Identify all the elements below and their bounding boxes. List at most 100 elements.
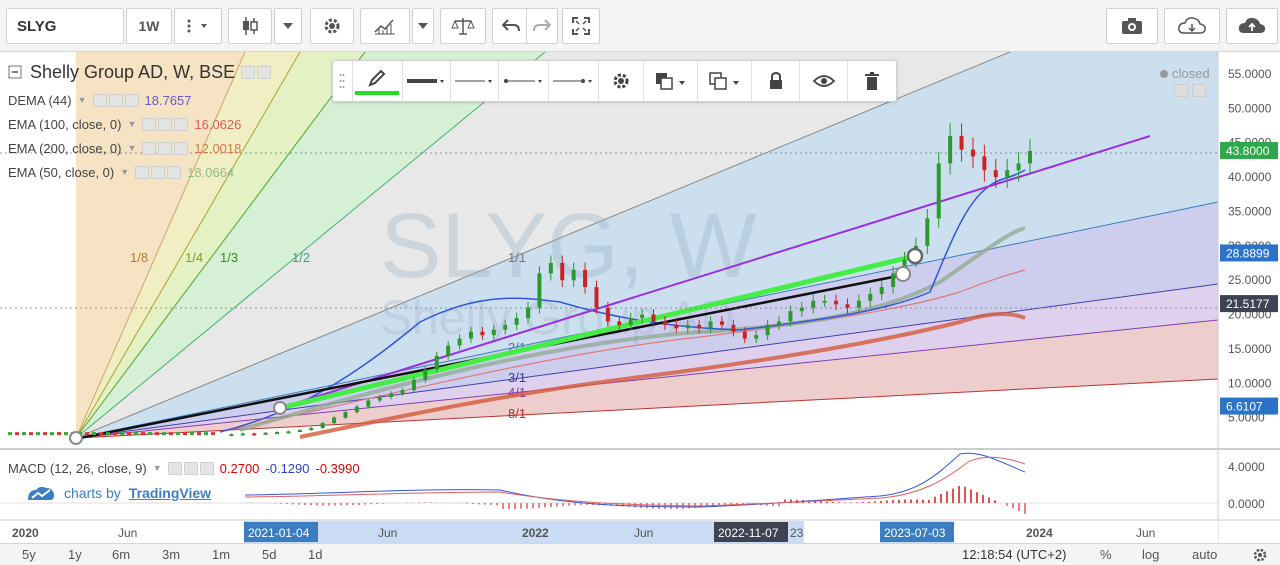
ema-50-controls[interactable]	[135, 165, 182, 179]
macd-label: MACD (12, 26, close, 9)	[8, 460, 147, 476]
price-badge-label: 6.6107	[1226, 400, 1263, 414]
chart-style-button[interactable]	[228, 8, 272, 44]
caret-down-icon[interactable]: ▼	[120, 167, 129, 177]
time-axis[interactable]: 2020 Jun 2021-01-04 Jun 2022 Jun 2022-11…	[0, 519, 1280, 543]
log-toggle[interactable]: log	[1142, 547, 1159, 562]
clone-button[interactable]	[698, 61, 753, 101]
right-end-button[interactable]	[549, 61, 599, 101]
scales-icon	[451, 18, 475, 35]
candle	[719, 321, 724, 325]
range-5y[interactable]: 5y	[22, 547, 36, 562]
ema-200-controls[interactable]	[142, 141, 189, 155]
bring-front-button[interactable]	[644, 61, 699, 101]
caret-down-icon[interactable]: ▼	[127, 119, 136, 129]
percent-toggle[interactable]: %	[1100, 547, 1112, 562]
legend-ema-100[interactable]: EMA (100, close, 0) ▼ 16.0626	[8, 114, 241, 134]
candle	[788, 311, 793, 322]
legend-macd[interactable]: MACD (12, 26, close, 9) ▼ 0.2700 -0.1290 …	[8, 458, 360, 478]
range-1d[interactable]: 1d	[308, 547, 322, 562]
macd-controls[interactable]	[167, 461, 214, 475]
save-chart-button[interactable]	[1226, 8, 1278, 44]
candle	[57, 432, 61, 436]
indicators-button[interactable]	[360, 8, 410, 44]
line-color-button[interactable]	[353, 61, 403, 101]
trend-start-handle[interactable]	[273, 401, 287, 415]
macd-bar	[976, 492, 978, 503]
fan-anchor-handle[interactable]	[69, 431, 83, 445]
macd-bar	[298, 503, 300, 505]
fan-label-1-1: 1/1	[508, 250, 526, 265]
symbol-input[interactable]: SLYG	[6, 8, 124, 44]
macd-bar	[304, 503, 306, 505]
trend-end-handle-black[interactable]	[895, 266, 911, 282]
line-width-button[interactable]	[403, 61, 451, 101]
lock-button[interactable]	[752, 61, 801, 101]
auto-toggle[interactable]: auto	[1192, 547, 1217, 562]
range-5d[interactable]: 5d	[262, 547, 276, 562]
macd-bar	[496, 503, 498, 506]
clock-tz: (UTC+2)	[1016, 547, 1067, 562]
caret-down-icon[interactable]: ▼	[78, 95, 87, 105]
fullscreen-icon	[572, 17, 590, 35]
trend-end-handle-green[interactable]	[906, 247, 924, 265]
candle	[548, 263, 553, 274]
visibility-button[interactable]	[800, 61, 849, 101]
legend-ema-50[interactable]: EMA (50, close, 0) ▼ 18.0664	[8, 162, 234, 182]
load-chart-button[interactable]	[1164, 8, 1220, 44]
range-1y[interactable]: 1y	[68, 547, 82, 562]
snapshot-button[interactable]	[1106, 8, 1158, 44]
redo-button[interactable]	[526, 8, 558, 44]
data-icon[interactable]	[1192, 84, 1206, 97]
indicators-menu[interactable]	[412, 8, 434, 44]
x-tick-jun-2020: Jun	[118, 526, 137, 540]
macd-bar	[964, 486, 966, 503]
macd-bar	[466, 503, 468, 504]
settings-button[interactable]	[310, 8, 354, 44]
legend-ema-200[interactable]: EMA (200, close, 0) ▼ 12.0018	[8, 138, 241, 158]
drag-handle[interactable]	[333, 61, 353, 101]
chart-area[interactable]: SLYG, W Shelly Group AD 1/8 1/4 1/3 1/2 …	[0, 52, 1280, 565]
legend-dema[interactable]: DEMA (44) ▼ 18.7657	[8, 90, 192, 110]
range-6m[interactable]: 6m	[112, 547, 130, 562]
range-3m[interactable]: 3m	[162, 547, 180, 562]
candle	[754, 335, 759, 339]
chart-legend-title[interactable]: Shelly Group AD, W, BSE	[8, 62, 277, 82]
candle	[309, 427, 314, 431]
collapse-icon[interactable]	[8, 65, 22, 79]
macd-bar	[568, 503, 570, 506]
candle	[571, 269, 576, 281]
dema-controls[interactable]	[92, 93, 139, 107]
interval-menu-button[interactable]	[174, 8, 222, 44]
tradingview-brand[interactable]: charts by TradingView	[26, 484, 211, 502]
left-end-button[interactable]	[499, 61, 549, 101]
delete-button[interactable]	[848, 61, 896, 101]
line-style-button[interactable]	[451, 61, 499, 101]
caret-down-icon[interactable]: ▼	[127, 143, 136, 153]
undo-button[interactable]	[492, 8, 528, 44]
series-title: Shelly Group AD, W, BSE	[30, 61, 236, 82]
ema-100-controls[interactable]	[142, 117, 189, 131]
price-badge-label: 21.5177	[1226, 297, 1270, 311]
interval-button[interactable]: 1W	[126, 8, 172, 44]
candle	[389, 393, 394, 398]
candle	[332, 417, 337, 424]
caret-down-icon[interactable]: ▼	[153, 463, 162, 473]
line-end-right-icon	[553, 79, 593, 83]
macd-bar	[526, 503, 528, 509]
series-controls[interactable]	[241, 65, 272, 79]
macd-tick-0: 0.0000	[1228, 497, 1265, 511]
info-icon[interactable]	[1174, 84, 1188, 97]
compare-button[interactable]	[440, 8, 486, 44]
price-axis[interactable]: 55.000050.000045.000040.000035.000030.00…	[1217, 52, 1278, 543]
candle	[731, 324, 736, 332]
price-badge-label: 43.8000	[1226, 144, 1270, 158]
x-tick-jun-2024: Jun	[1136, 526, 1155, 540]
macd-bar	[574, 503, 576, 506]
fullscreen-button[interactable]	[562, 8, 600, 44]
drawing-settings-button[interactable]	[599, 61, 645, 101]
range-1m[interactable]: 1m	[212, 547, 230, 562]
gear-icon[interactable]	[1252, 547, 1268, 563]
brand-name-link[interactable]: TradingView	[129, 485, 211, 501]
chart-style-menu[interactable]	[274, 8, 302, 44]
macd-bar	[562, 503, 564, 507]
